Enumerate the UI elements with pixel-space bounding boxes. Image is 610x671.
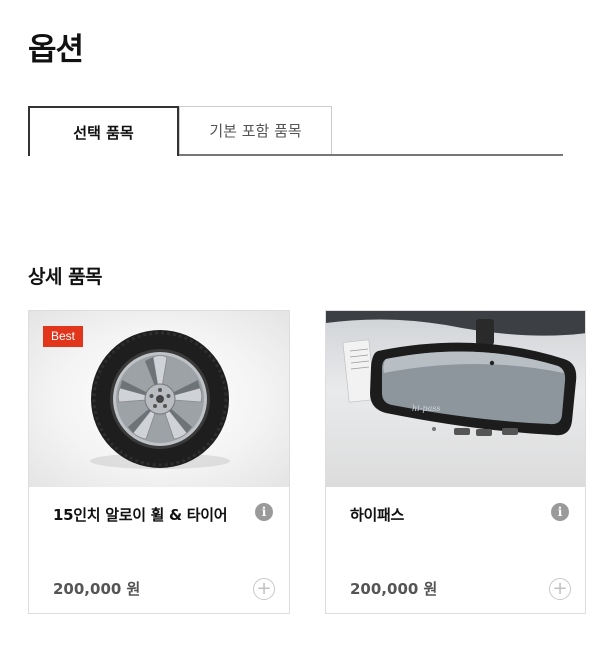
option-tabs: 선택 품목 기본 포함 품목 (28, 106, 563, 156)
option-name: 15인치 알로이 휠 & 타이어 (53, 506, 228, 524)
info-icon[interactable]: i (255, 503, 273, 521)
add-icon[interactable]: + (253, 578, 275, 600)
option-card-hipass[interactable]: hi-pass 하이패스 i 200,000 원 + (325, 310, 586, 614)
tab-default-items[interactable]: 기본 포함 품목 (179, 106, 332, 154)
section-title: 상세 품목 (28, 266, 103, 288)
tab-selected-items[interactable]: 선택 품목 (28, 106, 179, 156)
svg-text:hi-pass: hi-pass (412, 404, 441, 413)
mirror-illustration: hi-pass (326, 311, 585, 436)
alloy-wheel-image: Best (29, 311, 289, 487)
add-icon[interactable]: + (549, 578, 571, 600)
option-name: 하이패스 (350, 506, 405, 524)
hipass-mirror-image: hi-pass (326, 311, 585, 487)
option-price: 200,000 원 (53, 580, 141, 598)
info-icon[interactable]: i (551, 503, 569, 521)
best-badge: Best (43, 326, 84, 347)
option-price: 200,000 원 (350, 580, 438, 598)
option-card-alloy-wheel[interactable]: Best 15인치 알로이 휠 & 타이어 i 200,000 원 + (28, 310, 290, 614)
page-title: 옵션 (28, 32, 84, 68)
